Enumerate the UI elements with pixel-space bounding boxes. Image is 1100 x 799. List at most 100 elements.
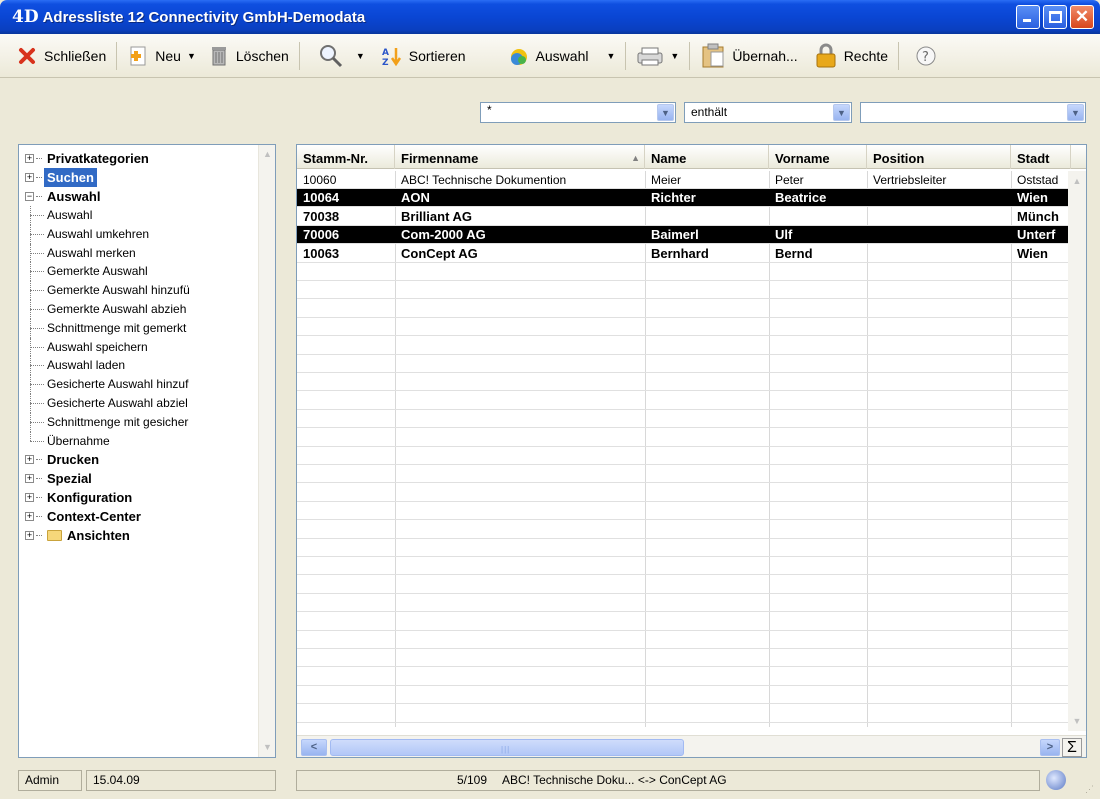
- scroll-thumb[interactable]: |||: [330, 739, 684, 756]
- tree-item-auswahl-child[interactable]: Gesicherte Auswahl hinzuf: [19, 375, 259, 394]
- search-dropdown-arrow-icon[interactable]: ▼: [356, 51, 365, 61]
- expand-icon[interactable]: +: [25, 474, 34, 484]
- scroll-up-icon[interactable]: ▲: [260, 147, 275, 162]
- tree-node-context-center[interactable]: + Context-Center: [19, 507, 259, 526]
- tree-item-auswahl-child[interactable]: Gesicherte Auswahl abziel: [19, 393, 259, 413]
- filter-value-combo[interactable]: * ▼: [480, 102, 676, 123]
- tree-item-auswahl-child[interactable]: Auswahl laden: [19, 356, 259, 376]
- close-window-button[interactable]: ✕: [1070, 5, 1094, 29]
- sort-button[interactable]: A Z Sortieren: [377, 38, 470, 74]
- scroll-right-icon[interactable]: >: [1040, 739, 1060, 756]
- selection-button[interactable]: Auswahl ▼: [504, 38, 620, 74]
- tree-item-auswahl-child[interactable]: Auswahl umkehren: [19, 224, 259, 244]
- filter-field-dropdown-icon[interactable]: ▼: [1067, 104, 1084, 121]
- tree-item-auswahl-child[interactable]: Schnittmenge mit gemerkt: [19, 318, 259, 338]
- empty-table-row[interactable]: [297, 576, 1068, 594]
- empty-table-row[interactable]: [297, 318, 1068, 337]
- resize-grip-icon[interactable]: ⋰: [1085, 784, 1097, 796]
- expand-icon[interactable]: +: [25, 512, 34, 522]
- table-row[interactable]: 10064 AON Richter Beatrice Wien: [297, 189, 1068, 208]
- empty-table-row[interactable]: [297, 686, 1068, 705]
- tree-item-auswahl-child[interactable]: Auswahl merken: [19, 243, 259, 263]
- empty-table-row[interactable]: [297, 502, 1068, 521]
- filter-operator-combo[interactable]: enthält ▼: [684, 102, 852, 123]
- title-bar[interactable]: 4D Adressliste 12 Connectivity GmbH-Demo…: [0, 0, 1100, 34]
- scroll-down-icon[interactable]: ▼: [260, 740, 275, 755]
- column-header-stamm-nr-[interactable]: Stamm-Nr.: [297, 145, 395, 169]
- tree-node-auswahl[interactable]: − Auswahl: [19, 187, 259, 206]
- refresh-icon[interactable]: [1046, 770, 1066, 790]
- filter-value-dropdown-icon[interactable]: ▼: [657, 104, 674, 121]
- empty-table-row[interactable]: [297, 484, 1068, 502]
- table-row[interactable]: 10060 ABC! Technische Dokumention Meier Pet…: [297, 171, 1068, 189]
- empty-table-row[interactable]: [297, 705, 1068, 723]
- tree-item-auswahl-child[interactable]: Übernahme: [19, 431, 259, 451]
- delete-button[interactable]: Löschen: [204, 38, 293, 74]
- column-header-name[interactable]: Name: [645, 145, 769, 169]
- expand-icon[interactable]: +: [25, 493, 34, 503]
- empty-table-row[interactable]: [297, 263, 1068, 281]
- empty-table-row[interactable]: [297, 594, 1068, 613]
- rights-button[interactable]: Rechte: [810, 38, 892, 74]
- transfer-button[interactable]: Übernah...: [696, 38, 801, 74]
- tree-node-privatkategorien[interactable]: + Privatkategorien: [19, 149, 259, 168]
- tree-node-spezial[interactable]: + Spezial: [19, 469, 259, 488]
- empty-table-row[interactable]: [297, 521, 1068, 539]
- help-button[interactable]: ?: [911, 38, 947, 74]
- empty-table-row[interactable]: [297, 613, 1068, 631]
- search-button[interactable]: ▼: [314, 38, 369, 74]
- table-row[interactable]: 70038 Brilliant AG Münch: [297, 208, 1068, 226]
- tree-node-suchen[interactable]: + Suchen: [19, 168, 259, 187]
- tree-item-auswahl-child[interactable]: Gemerkte Auswahl hinzufü: [19, 281, 259, 300]
- minimize-button[interactable]: [1016, 5, 1040, 29]
- tree-node-drucken[interactable]: + Drucken: [19, 450, 259, 469]
- empty-table-row[interactable]: [297, 668, 1068, 686]
- empty-table-row[interactable]: [297, 410, 1068, 429]
- column-header-stadt[interactable]: Stadt: [1011, 145, 1071, 169]
- empty-table-row[interactable]: [297, 392, 1068, 410]
- table-row[interactable]: 10063 ConCept AG Bernhard Bernd Wien: [297, 245, 1068, 263]
- tree-node-ansichten[interactable]: + Ansichten: [19, 526, 259, 545]
- tree-item-auswahl-child[interactable]: Gemerkte Auswahl: [19, 262, 259, 282]
- empty-table-row[interactable]: [297, 447, 1068, 465]
- expand-icon[interactable]: +: [25, 455, 34, 465]
- empty-table-row[interactable]: [297, 337, 1068, 355]
- scroll-left-icon[interactable]: <: [301, 739, 327, 756]
- close-button[interactable]: Schließen: [12, 38, 110, 74]
- column-header-position[interactable]: Position: [867, 145, 1011, 169]
- empty-table-row[interactable]: [297, 300, 1068, 318]
- expand-icon[interactable]: +: [25, 173, 34, 182]
- empty-table-row[interactable]: [297, 631, 1068, 649]
- table-row[interactable]: 70006 Com-2000 AG Baimerl Ulf Unterf: [297, 226, 1068, 245]
- selection-dropdown-arrow-icon[interactable]: ▼: [606, 51, 615, 61]
- print-button[interactable]: ▼: [632, 38, 683, 74]
- tree-item-auswahl-child[interactable]: Schnittmenge mit gesicher: [19, 412, 259, 432]
- expand-icon[interactable]: +: [25, 154, 34, 163]
- tree-vertical-scrollbar[interactable]: ▲ ▼: [258, 145, 275, 757]
- navigation-tree[interactable]: + Privatkategorien + Suchen − Auswahl Au…: [18, 144, 276, 758]
- new-button[interactable]: Neu ▼: [123, 38, 200, 74]
- maximize-button[interactable]: [1043, 5, 1067, 29]
- empty-table-row[interactable]: [297, 355, 1068, 373]
- grid-vertical-scrollbar[interactable]: ▲ ▼: [1068, 171, 1086, 731]
- empty-table-row[interactable]: [297, 649, 1068, 668]
- scroll-down-icon[interactable]: ▼: [1069, 713, 1085, 729]
- filter-field-combo[interactable]: ▼: [860, 102, 1086, 123]
- empty-table-row[interactable]: [297, 373, 1068, 392]
- tree-item-auswahl-child[interactable]: Auswahl: [19, 206, 259, 225]
- empty-table-row[interactable]: [297, 429, 1068, 447]
- empty-table-row[interactable]: [297, 281, 1068, 300]
- tree-node-konfiguration[interactable]: + Konfiguration: [19, 488, 259, 507]
- empty-table-row[interactable]: [297, 465, 1068, 484]
- column-header-vorname[interactable]: Vorname: [769, 145, 867, 169]
- tree-item-auswahl-child[interactable]: Auswahl speichern: [19, 337, 259, 357]
- print-dropdown-arrow-icon[interactable]: ▼: [670, 51, 679, 61]
- filter-operator-dropdown-icon[interactable]: ▼: [833, 104, 850, 121]
- expand-icon[interactable]: +: [25, 531, 34, 541]
- scroll-up-icon[interactable]: ▲: [1069, 173, 1085, 189]
- records-grid[interactable]: Stamm-Nr. Firmenname ▲ Name Vorname Position S…: [296, 144, 1087, 758]
- grid-horizontal-scrollbar[interactable]: < ||| > Σ: [297, 735, 1086, 757]
- empty-table-row[interactable]: [297, 557, 1068, 576]
- tree-item-auswahl-child[interactable]: Gemerkte Auswahl abzieh: [19, 299, 259, 319]
- column-header-firmenname[interactable]: Firmenname ▲: [395, 145, 645, 169]
